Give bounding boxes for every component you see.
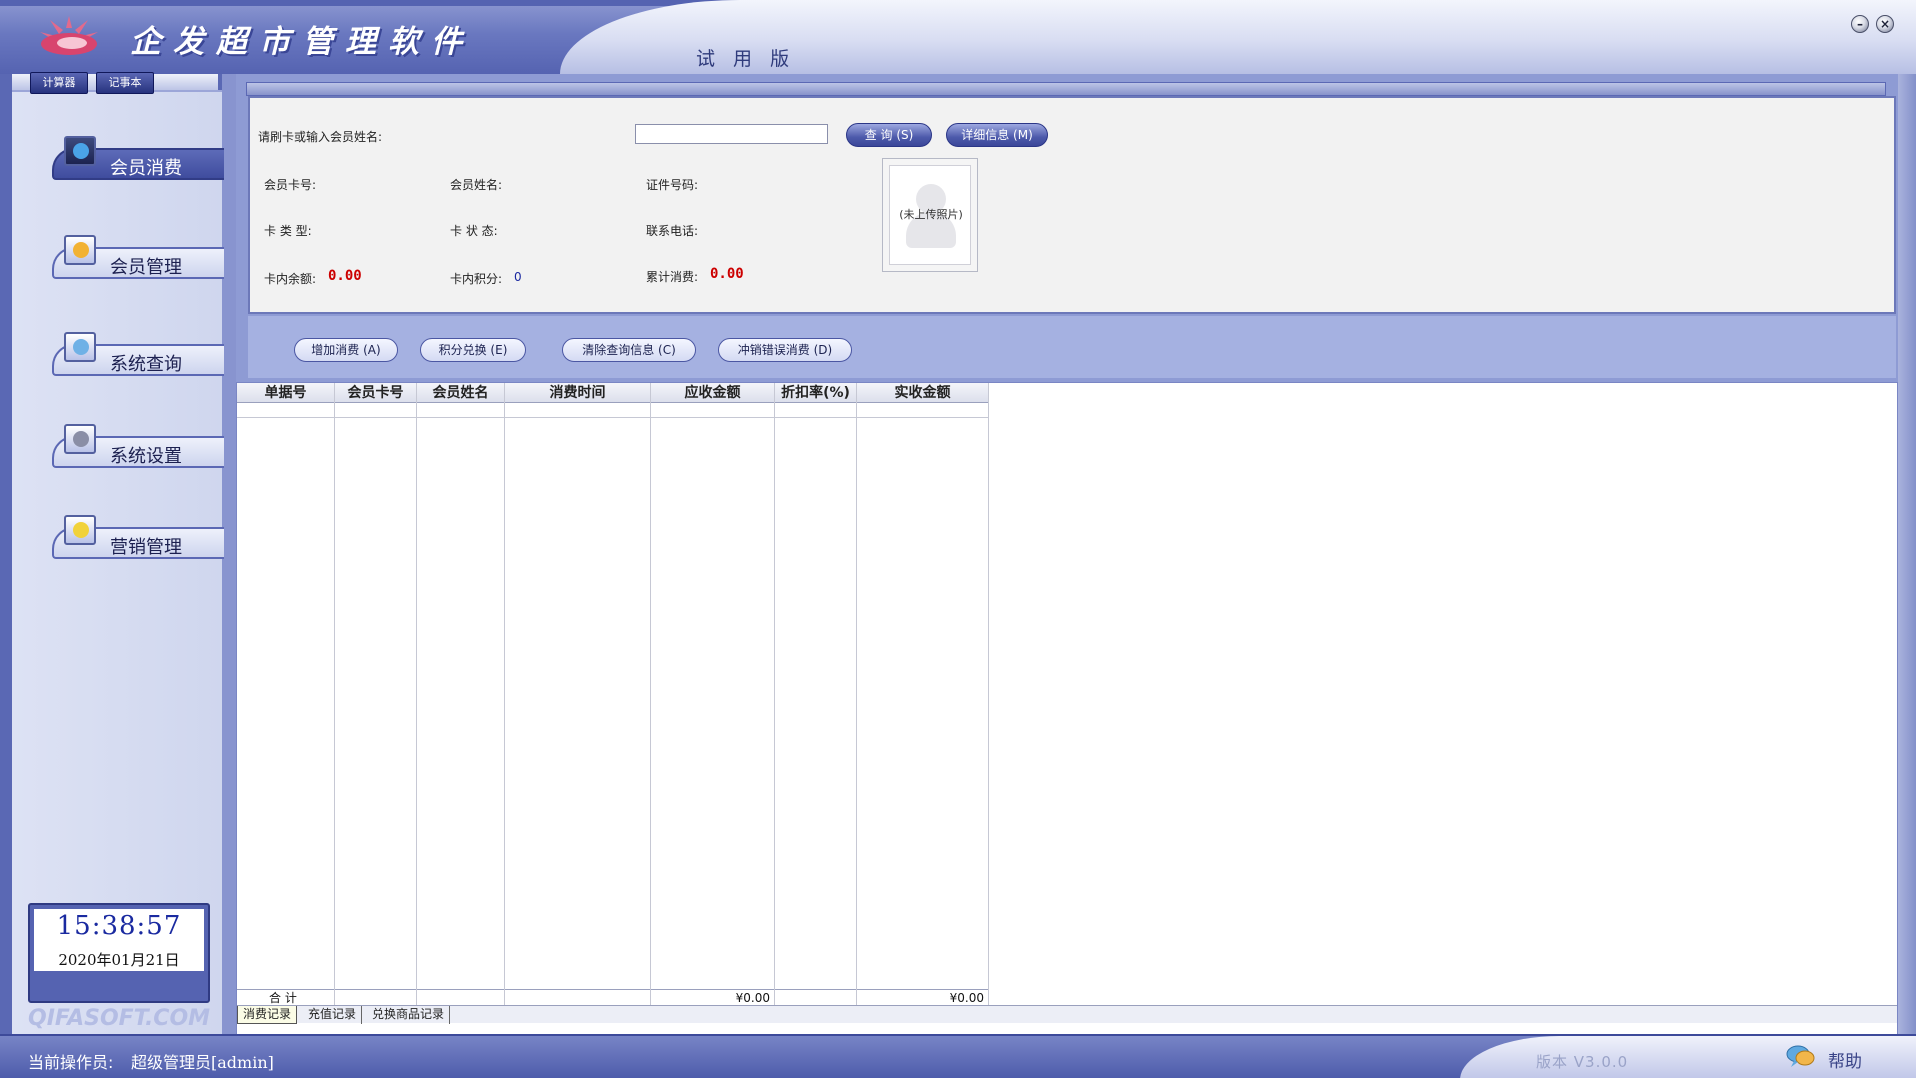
column-receivable: 应收金额 ¥0.00 xyxy=(651,383,775,1005)
detail-info-button[interactable]: 详细信息 (M) xyxy=(946,123,1048,147)
column-subheader xyxy=(335,404,416,418)
column-discount-rate: 折扣率(%) xyxy=(775,383,857,1005)
watermark: QIFASOFT.COM xyxy=(28,1006,211,1031)
column-header[interactable]: 单据号 xyxy=(237,383,334,403)
app-title: 企发超市管理软件 xyxy=(130,24,474,60)
notepad-button[interactable]: 记事本 xyxy=(96,72,154,94)
balance-value: 0.00 xyxy=(328,268,362,284)
card-type-label: 卡 类 型: xyxy=(264,224,312,238)
total-spent-label: 累计消费: xyxy=(646,270,699,284)
column-header[interactable]: 应收金额 xyxy=(651,383,774,403)
tab-exchange-records[interactable]: 兑换商品记录 xyxy=(367,1006,451,1024)
sidebar-item-label: 系统查询 xyxy=(110,354,182,375)
add-consume-button[interactable]: 增加消费 (A) xyxy=(294,338,398,362)
operator-value: 超级管理员[admin] xyxy=(131,1053,274,1072)
column-header[interactable]: 消费时间 xyxy=(505,383,650,403)
points-label: 卡内积分: xyxy=(450,272,503,286)
column-receipt-no: 单据号 合 计 xyxy=(237,383,335,1005)
grid-columns: 单据号 合 计 会员卡号 会员姓名 消费时间 应收金额 ¥0.00 折扣率(%)… xyxy=(237,383,989,1005)
column-consume-time: 消费时间 xyxy=(505,383,651,1005)
member-search-input[interactable] xyxy=(635,124,828,144)
help-label: 帮助 xyxy=(1828,1052,1862,1072)
minimize-button[interactable]: – xyxy=(1851,15,1869,33)
photo-frame: (未上传照片) xyxy=(889,165,971,265)
clear-query-button[interactable]: 清除查询信息 (C) xyxy=(562,338,696,362)
member-name-label: 会员姓名: xyxy=(450,178,503,192)
phone-label: 联系电话: xyxy=(646,224,699,238)
sidebar-item-system-query[interactable]: 系统查询 xyxy=(52,332,224,376)
received-total: ¥0.00 xyxy=(857,989,988,1005)
clock-date: 2020年01月21日 xyxy=(58,951,180,969)
id-no-label: 证件号码: xyxy=(646,178,699,192)
points-value: 0 xyxy=(514,270,522,284)
card-status-label: 卡 状 态: xyxy=(450,224,498,238)
sidebar-item-label: 会员消费 xyxy=(110,158,182,179)
sidebar-item-marketing[interactable]: 营销管理 xyxy=(52,515,224,559)
column-header[interactable]: 折扣率(%) xyxy=(775,383,856,403)
status-bar: 当前操作员: 超级管理员[admin] 版本 V3.0.0 帮助 xyxy=(0,1034,1916,1078)
column-subheader xyxy=(505,404,650,418)
sidebar-item-member-manage[interactable]: 会员管理 xyxy=(52,235,224,279)
column-footer xyxy=(335,989,416,1005)
member-info-panel: 请刷卡或输入会员姓名: 查 询 (S) 详细信息 (M) 会员卡号: 会员姓名:… xyxy=(248,96,1896,314)
column-footer xyxy=(775,989,856,1005)
consume-records-grid: 单据号 合 计 会员卡号 会员姓名 消费时间 应收金额 ¥0.00 折扣率(%)… xyxy=(236,382,1898,1078)
sidebar-item-label: 会员管理 xyxy=(110,257,182,278)
search-label: 请刷卡或输入会员姓名: xyxy=(258,130,383,144)
column-footer xyxy=(505,989,650,1005)
column-subheader xyxy=(857,404,988,418)
main-top-strip xyxy=(246,82,1886,96)
total-spent-value: 0.00 xyxy=(710,266,744,282)
column-member-name: 会员姓名 xyxy=(417,383,505,1005)
clock-face: 15:38:57 2020年01月21日 xyxy=(34,909,204,971)
sidebar-item-label: 营销管理 xyxy=(110,537,182,558)
window-right-edge xyxy=(1898,74,1916,1034)
close-button[interactable]: × xyxy=(1876,15,1894,33)
points-exchange-button[interactable]: 积分兑换 (E) xyxy=(420,338,526,362)
sidebar-stripe xyxy=(222,74,236,1034)
column-subheader xyxy=(775,404,856,418)
app-logo-icon xyxy=(40,16,98,55)
member-manage-icon xyxy=(64,235,96,265)
column-header[interactable]: 会员姓名 xyxy=(417,383,504,403)
column-header[interactable]: 会员卡号 xyxy=(335,383,416,403)
calculator-button[interactable]: 计算器 xyxy=(30,72,88,94)
operator-label: 当前操作员: xyxy=(28,1053,114,1072)
column-subheader xyxy=(651,404,774,418)
column-header[interactable]: 实收金额 xyxy=(857,383,988,403)
column-subheader xyxy=(237,404,334,418)
title-bar: 企发超市管理软件 试 用 版 – × xyxy=(0,0,1916,74)
system-query-icon xyxy=(64,332,96,362)
tab-consume-records[interactable]: 消费记录 xyxy=(237,1006,298,1024)
marketing-icon xyxy=(64,515,96,545)
help-chat-icon xyxy=(1786,1045,1815,1067)
reverse-consume-button[interactable]: 冲销错误消费 (D) xyxy=(718,338,852,362)
grid-empty-area xyxy=(989,383,1897,1005)
column-subheader xyxy=(417,404,504,418)
sidebar-item-system-settings[interactable]: 系统设置 xyxy=(52,424,224,468)
balance-label: 卡内余额: xyxy=(264,272,317,286)
column-card-no: 会员卡号 xyxy=(335,383,417,1005)
query-button[interactable]: 查 询 (S) xyxy=(846,123,932,147)
member-photo: (未上传照片) xyxy=(882,158,978,272)
action-bar: 增加消费 (A) 积分兑换 (E) 清除查询信息 (C) 冲销错误消费 (D) xyxy=(248,316,1896,378)
clock-time: 15:38:57 xyxy=(56,911,182,941)
grid-tab-strip: 消费记录 充值记录 兑换商品记录 xyxy=(237,1005,1897,1024)
clock-widget: 15:38:57 2020年01月21日 xyxy=(28,903,210,1003)
system-settings-icon xyxy=(64,424,96,454)
sidebar: 会员消费 会员管理 系统查询 系统设置 营销管理 xyxy=(0,74,236,1078)
card-no-label: 会员卡号: xyxy=(264,178,317,192)
total-label: 合 计 xyxy=(237,989,334,1005)
main-content: 请刷卡或输入会员姓名: 查 询 (S) 详细信息 (M) 会员卡号: 会员姓名:… xyxy=(236,74,1898,1078)
version-label: 版本 V3.0.0 xyxy=(1536,1053,1629,1071)
photo-placeholder-label: (未上传照片) xyxy=(899,208,963,221)
column-received: 实收金额 ¥0.00 xyxy=(857,383,989,1005)
edition-label: 试 用 版 xyxy=(696,48,796,70)
tab-recharge-records[interactable]: 充值记录 xyxy=(303,1006,363,1024)
sidebar-item-label: 系统设置 xyxy=(110,446,182,467)
sidebar-item-member-consume[interactable]: 会员消费 xyxy=(52,136,224,180)
member-consume-icon xyxy=(64,136,96,166)
column-footer xyxy=(417,989,504,1005)
receivable-total: ¥0.00 xyxy=(651,989,774,1005)
